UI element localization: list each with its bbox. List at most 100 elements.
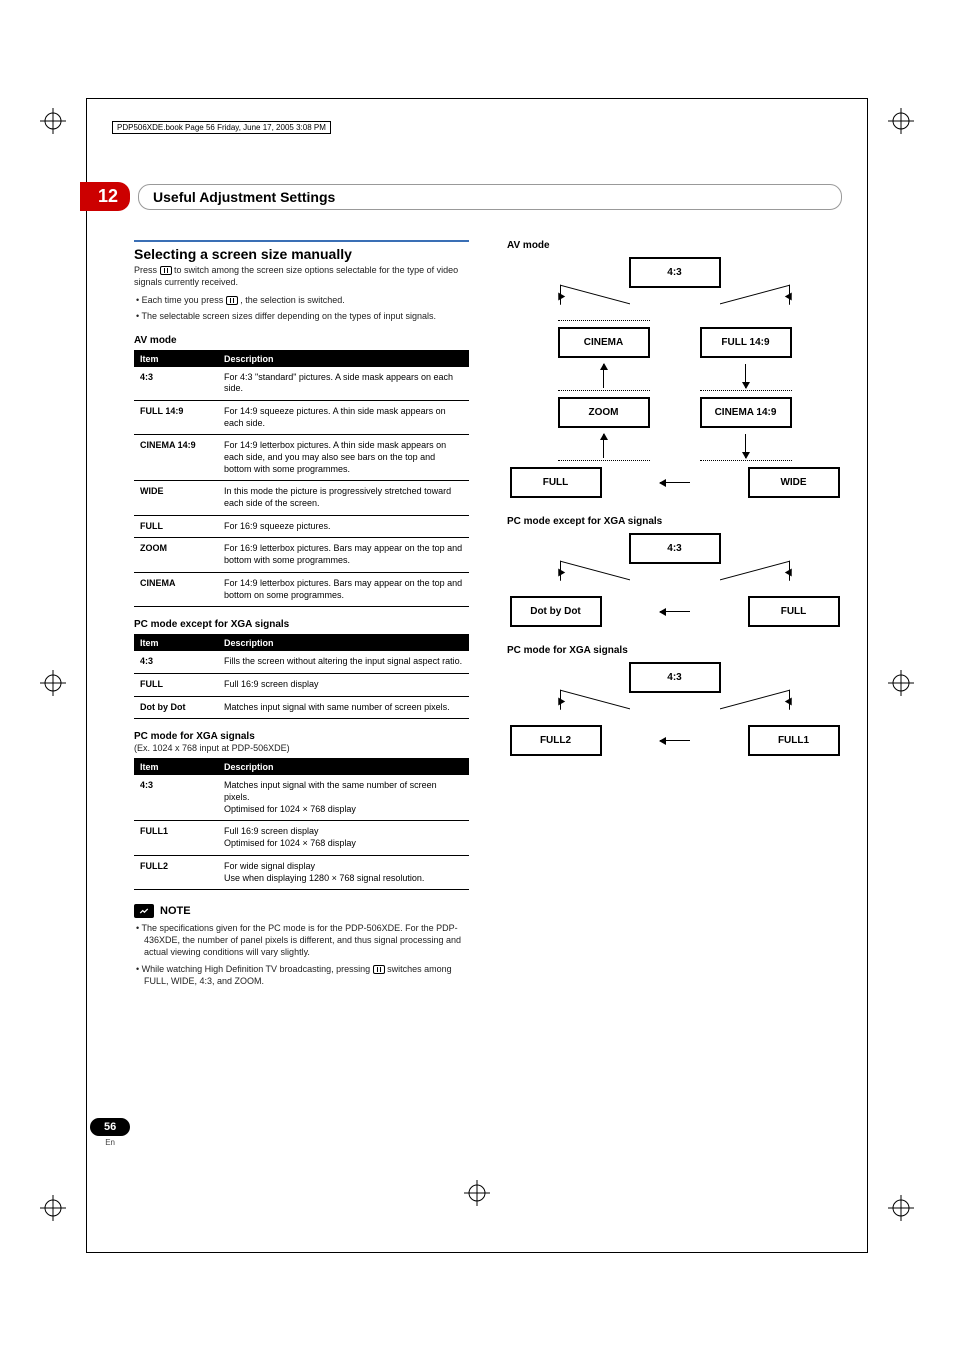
av-mode-table: Item Description 4:3For 4:3 "standard" p…	[134, 350, 469, 608]
table-row: CINEMA 14:9For 14:9 letterbox pictures. …	[134, 435, 469, 481]
frame-line	[86, 98, 87, 1253]
cell: Full 16:9 screen display	[218, 673, 469, 696]
node-cinema: CINEMA	[558, 327, 650, 358]
dotted-rule	[558, 390, 650, 391]
screen-size-button-icon	[160, 266, 172, 275]
left-column: Selecting a screen size manually Press t…	[134, 240, 469, 987]
table-row: 4:3Fills the screen without altering the…	[134, 651, 469, 673]
chapter-header: 12 Useful Adjustment Settings	[80, 182, 842, 211]
node-dotbydot: Dot by Dot	[510, 596, 602, 627]
cell: CINEMA	[134, 572, 218, 606]
right-column: AV mode 4:3 CINEMA FULL 14:9 ZOOM CINEM	[507, 240, 842, 987]
arrow-curve-icon	[720, 699, 790, 719]
page-number: 56	[90, 1118, 130, 1136]
cell: For 14:9 squeeze pictures. A thin side m…	[218, 400, 469, 434]
bullet-1: • Each time you press , the selection is…	[134, 294, 469, 306]
col-desc: Description	[218, 635, 469, 652]
cell: FULL	[134, 673, 218, 696]
text: While watching High Definition TV broadc…	[142, 964, 373, 974]
table-row: 4:3For 4:3 "standard" pictures. A side m…	[134, 367, 469, 401]
cell: Matches input signal with the same numbe…	[218, 775, 469, 821]
col-item: Item	[134, 350, 218, 367]
cell: 4:3	[134, 651, 218, 673]
registration-mark-icon	[40, 108, 66, 134]
col-item: Item	[134, 635, 218, 652]
arrow-down-icon	[745, 434, 746, 458]
cell: For 16:9 letterbox pictures. Bars may ap…	[218, 538, 469, 572]
table-row: FULL 14:9For 14:9 squeeze pictures. A th…	[134, 400, 469, 434]
table-row: ZOOMFor 16:9 letterbox pictures. Bars ma…	[134, 538, 469, 572]
accent-rule	[134, 240, 469, 242]
cell: Matches input signal with same number of…	[218, 696, 469, 719]
cell: Dot by Dot	[134, 696, 218, 719]
registration-mark-icon	[888, 670, 914, 696]
registration-mark-icon	[40, 670, 66, 696]
pc-except-table: Item Description 4:3Fills the screen wit…	[134, 634, 469, 719]
text: The specifications given for the PC mode…	[142, 923, 462, 957]
col-desc: Description	[218, 350, 469, 367]
node-wide: WIDE	[748, 467, 840, 498]
pc-except-heading: PC mode except for XGA signals	[134, 619, 469, 630]
arrow-curve-icon	[560, 294, 630, 314]
cell: FULL 14:9	[134, 400, 218, 434]
dotted-rule	[700, 390, 792, 391]
table-row: FULL1Full 16:9 screen display Optimised …	[134, 821, 469, 855]
table-row: CINEMAFor 14:9 letterbox pictures. Bars …	[134, 572, 469, 606]
dotted-rule	[558, 460, 650, 461]
arrow-left-icon	[660, 611, 690, 612]
table-row: Dot by DotMatches input signal with same…	[134, 696, 469, 719]
cell: WIDE	[134, 481, 218, 515]
node-zoom: ZOOM	[558, 397, 650, 428]
node-full2: FULL2	[510, 725, 602, 756]
pc-xga-cycle-diagram: 4:3 FULL2 FULL1	[507, 662, 842, 756]
note-icon	[134, 904, 154, 918]
node-full1: FULL1	[748, 725, 840, 756]
note-bullet-2: • While watching High Definition TV broa…	[134, 963, 469, 987]
text: , the selection is switched.	[240, 295, 345, 305]
doc-header-path: PDP506XDE.book Page 56 Friday, June 17, …	[112, 121, 331, 134]
cell: Full 16:9 screen display Optimised for 1…	[218, 821, 469, 855]
table-row: WIDEIn this mode the picture is progress…	[134, 481, 469, 515]
pc-except-heading-r: PC mode except for XGA signals	[507, 516, 842, 527]
av-mode-heading: AV mode	[134, 335, 469, 346]
cell: FULL2	[134, 855, 218, 889]
node-4-3: 4:3	[629, 533, 721, 564]
cell: For 14:9 letterbox pictures. A thin side…	[218, 435, 469, 481]
note-label: NOTE	[160, 905, 191, 917]
chapter-number-badge: 12	[80, 182, 130, 211]
pc-xga-table: Item Description 4:3Matches input signal…	[134, 758, 469, 890]
frame-line	[86, 98, 868, 99]
arrow-down-icon	[745, 364, 746, 388]
table-row: FULLFor 16:9 squeeze pictures.	[134, 515, 469, 538]
intro-text: Press to switch among the screen size op…	[134, 264, 469, 288]
arrow-left-icon	[660, 740, 690, 741]
arrow-up-icon	[603, 364, 604, 388]
cell: In this mode the picture is progressivel…	[218, 481, 469, 515]
registration-mark-icon	[888, 108, 914, 134]
note-header: NOTE	[134, 904, 469, 918]
screen-size-button-icon	[226, 296, 238, 305]
cell: FULL1	[134, 821, 218, 855]
text: Each time you press	[142, 295, 226, 305]
arrow-curve-icon	[560, 699, 630, 719]
bullet-2: • The selectable screen sizes differ dep…	[134, 310, 469, 322]
cell: For 14:9 letterbox pictures. Bars may ap…	[218, 572, 469, 606]
chapter-title: Useful Adjustment Settings	[138, 184, 842, 210]
text: to switch among the screen size options …	[134, 265, 458, 287]
screen-size-button-icon	[373, 965, 385, 974]
arrow-up-icon	[603, 434, 604, 458]
dotted-rule	[700, 460, 792, 461]
table-row: FULL2For wide signal display Use when di…	[134, 855, 469, 889]
note-bullet-1: • The specifications given for the PC mo…	[134, 922, 469, 958]
av-mode-heading-r: AV mode	[507, 240, 842, 251]
node-full-149: FULL 14:9	[700, 327, 792, 358]
pc-xga-heading: PC mode for XGA signals	[134, 731, 469, 742]
table-row: 4:3Matches input signal with the same nu…	[134, 775, 469, 821]
cell: 4:3	[134, 367, 218, 401]
node-full: FULL	[510, 467, 602, 498]
dotted-rule	[558, 320, 650, 321]
arrow-left-icon	[660, 482, 690, 483]
heading-selecting-screen: Selecting a screen size manually	[134, 246, 469, 262]
arrow-curve-icon	[720, 570, 790, 590]
cell: For wide signal display Use when display…	[218, 855, 469, 889]
